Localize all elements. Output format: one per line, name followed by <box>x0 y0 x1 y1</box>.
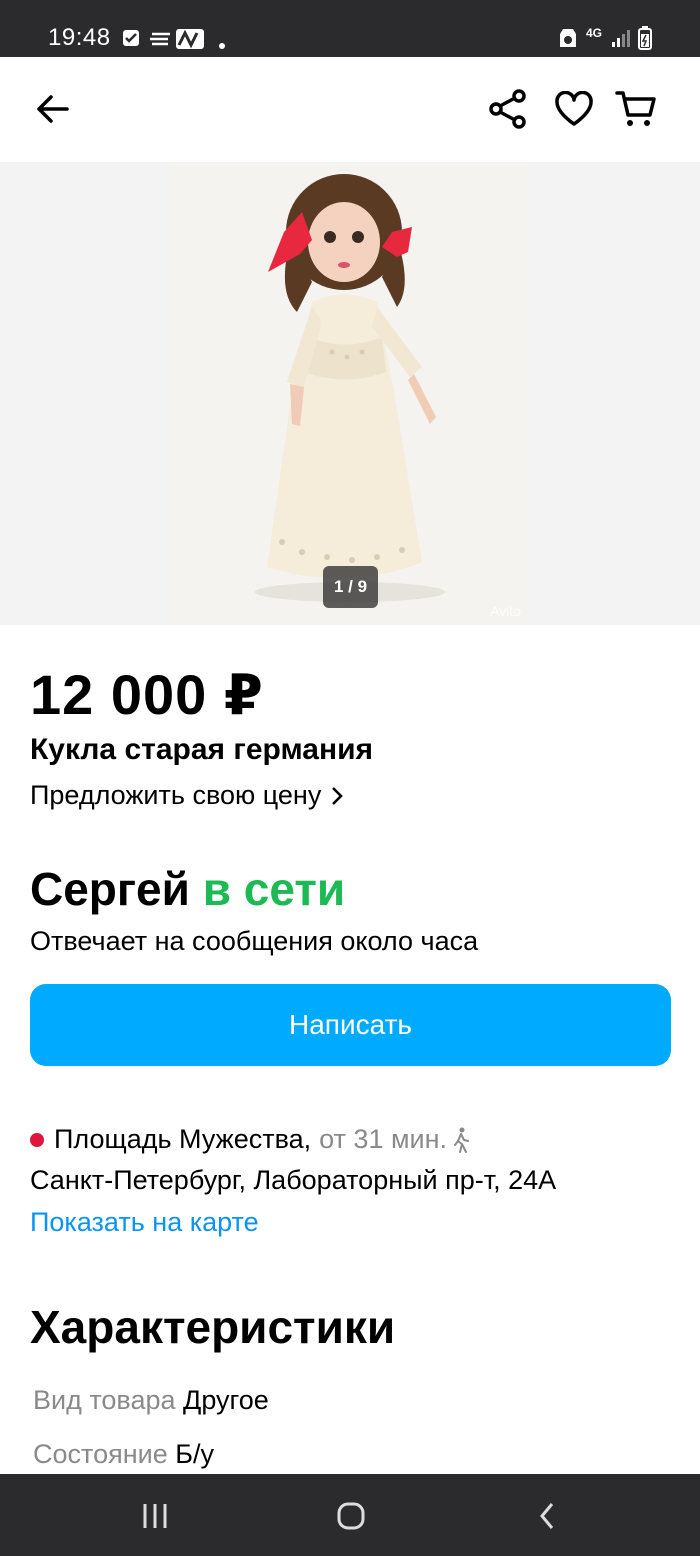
system-back-button[interactable] <box>527 1496 567 1536</box>
cart-button[interactable] <box>612 85 660 133</box>
metro-name: Площадь Мужества, <box>54 1124 312 1154</box>
signal-icon <box>610 28 630 53</box>
network-4g-label: 4G <box>586 26 603 40</box>
dot-icon <box>219 36 225 54</box>
arrow-left-icon <box>37 95 69 123</box>
avito-watermark: Avito <box>490 603 521 619</box>
spec-value: Другое <box>183 1385 269 1415</box>
back-button[interactable] <box>28 85 76 133</box>
seller-online-status: в сети <box>202 863 346 915</box>
write-message-button[interactable]: Написать <box>30 984 671 1066</box>
share-icon <box>489 89 526 129</box>
checkbox-notification-icon <box>122 28 140 53</box>
metro-line-icon <box>30 1132 44 1147</box>
chevron-right-icon <box>332 786 344 805</box>
spec-value: Б/у <box>175 1439 214 1469</box>
battery-icon <box>638 26 652 55</box>
share-button[interactable] <box>484 85 532 133</box>
characteristics-heading: Характеристики <box>30 1301 396 1353</box>
system-nav-bar <box>0 1474 700 1556</box>
seller-response-time: Отвечает на сообщения около часа <box>30 926 479 956</box>
heart-icon <box>555 91 593 126</box>
cart-icon <box>615 91 656 126</box>
spec-row: Вид товара Другое <box>33 1385 269 1416</box>
walking-icon <box>454 1127 470 1153</box>
app-notification-icon <box>150 28 206 55</box>
offer-price-link[interactable]: Предложить свою цену <box>30 780 344 811</box>
metro-station: Площадь Мужества, от 31 мин. <box>30 1124 471 1155</box>
top-app-bar <box>0 57 700 162</box>
data-saver-icon <box>558 27 578 54</box>
status-bar: 19:48 4G <box>0 0 700 57</box>
offer-price-label: Предложить свою цену <box>30 780 322 810</box>
show-on-map-link[interactable]: Показать на карте <box>30 1207 259 1238</box>
chevron-left-icon <box>540 1503 554 1529</box>
status-time: 19:48 <box>48 24 111 51</box>
recents-icon <box>143 1504 167 1528</box>
photo-counter: 1 / 9 <box>323 566 378 608</box>
listing-price: 12 000 ₽ <box>30 663 264 726</box>
spec-row: Состояние Б/у <box>33 1439 214 1470</box>
seller-name: Сергей <box>30 863 190 915</box>
recents-button[interactable] <box>135 1496 175 1536</box>
spec-key: Состояние <box>33 1439 168 1469</box>
favorite-button[interactable] <box>550 85 598 133</box>
home-button[interactable] <box>331 1496 371 1536</box>
listing-title: Кукла старая германия <box>30 733 374 766</box>
seller-header[interactable]: Сергей в сети <box>30 862 345 916</box>
spec-key: Вид товара <box>33 1385 176 1415</box>
address: Санкт-Петербург, Лабораторный пр-т, 24А <box>30 1165 557 1195</box>
home-icon <box>337 1502 365 1530</box>
doll-photo[interactable]: Avito <box>172 162 529 625</box>
walk-distance: от 31 мин. <box>319 1124 448 1154</box>
photo-gallery[interactable]: Avito 1 / 9 <box>0 162 700 625</box>
